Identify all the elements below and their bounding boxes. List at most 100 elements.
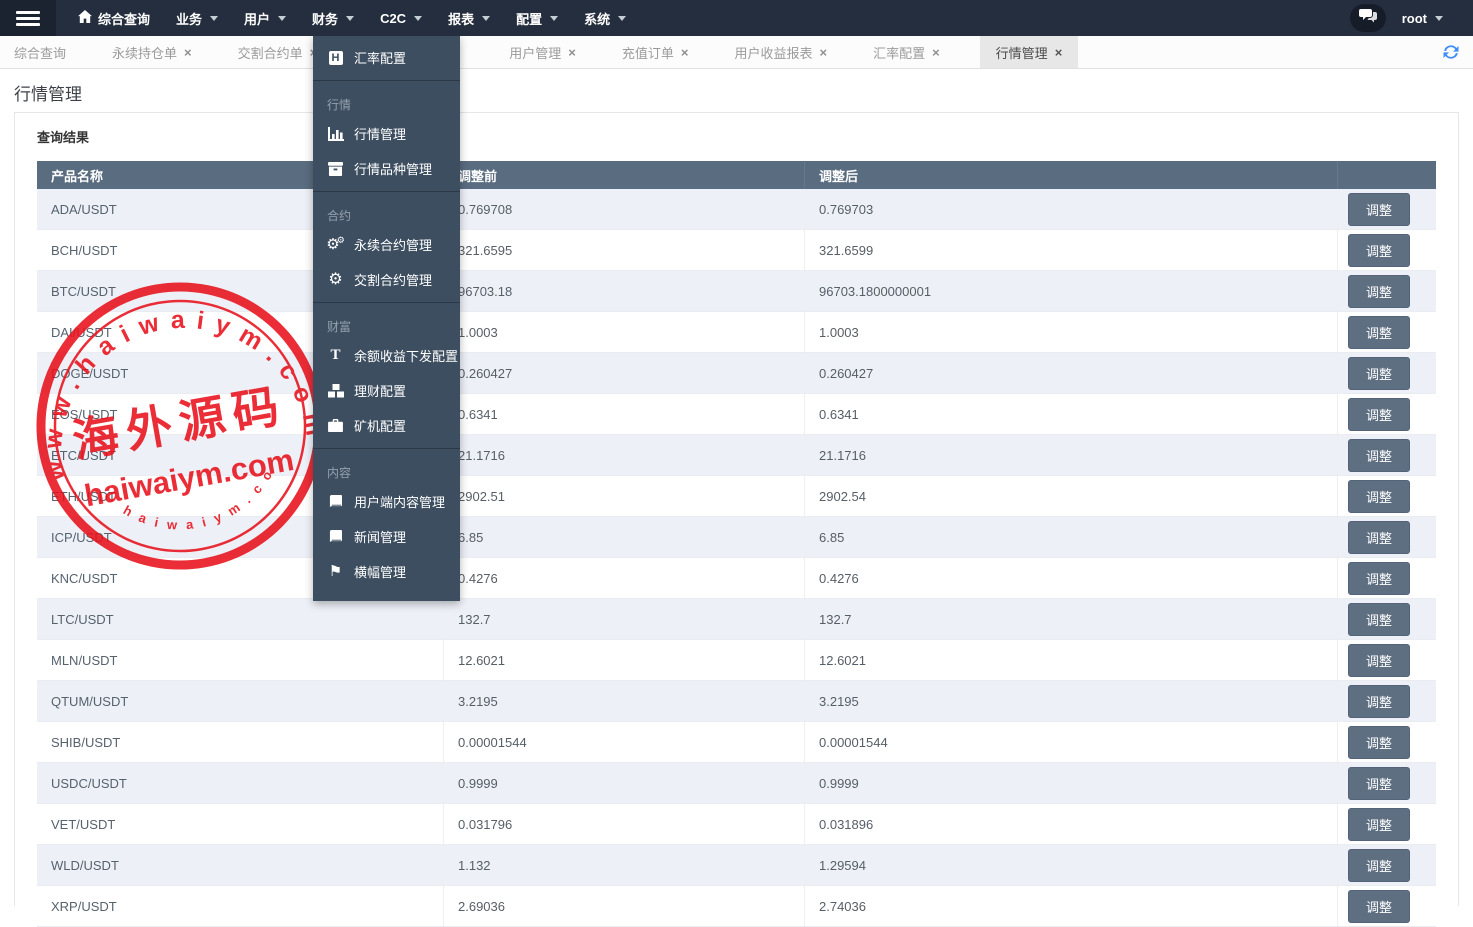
menu-item-矿机配置[interactable]: 矿机配置: [313, 408, 460, 443]
adjust-button[interactable]: 调整: [1348, 234, 1410, 267]
tab-汇率配置[interactable]: 汇率配置×: [867, 36, 946, 68]
before-value-cell: 321.6595: [444, 230, 805, 271]
menu-divider: [313, 191, 460, 192]
menu-item-用户端内容管理[interactable]: 用户端内容管理: [313, 484, 460, 519]
menu-item-汇率配置[interactable]: H汇率配置: [313, 40, 460, 75]
hamburger-icon: [16, 11, 40, 14]
adjust-button[interactable]: 调整: [1348, 890, 1410, 923]
table-row: ADA/USDT0.7697080.769703调整: [37, 189, 1436, 230]
adjust-button[interactable]: 调整: [1348, 316, 1410, 349]
tab-label: 交割合约单: [238, 43, 303, 62]
before-value-cell: 0.00001544: [444, 722, 805, 763]
adjust-button[interactable]: 调整: [1348, 480, 1410, 513]
table-row: EOS/USDT0.63410.6341调整: [37, 394, 1436, 435]
after-value-cell: 6.85: [805, 517, 1338, 558]
top-navbar: 综合查询 业务 用户 财务 C2C 报表 配置 系统 root: [0, 0, 1473, 36]
adjust-button[interactable]: 调整: [1348, 726, 1410, 759]
menu-item-行情品种管理[interactable]: 行情品种管理: [313, 151, 460, 186]
caret-down-icon: [278, 16, 286, 21]
close-icon[interactable]: ×: [932, 46, 940, 59]
after-value-cell: 0.031896: [805, 804, 1338, 845]
nav-item-5[interactable]: 报表: [448, 9, 490, 28]
tab-充值订单[interactable]: 充值订单×: [616, 36, 695, 68]
product-name-cell: WLD/USDT: [37, 845, 444, 886]
adjust-button[interactable]: 调整: [1348, 603, 1410, 636]
menu-item-label: 新闻管理: [354, 527, 406, 546]
messages-button[interactable]: [1350, 4, 1386, 32]
nav-item-7[interactable]: 系统: [584, 9, 626, 28]
menu-item-行情管理[interactable]: 行情管理: [313, 116, 460, 151]
after-value-cell: 21.1716: [805, 435, 1338, 476]
product-name-cell: MLN/USDT: [37, 640, 444, 681]
menu-item-理财配置[interactable]: 理财配置: [313, 373, 460, 408]
flag-icon: ⚑: [327, 564, 344, 579]
tab-label: 综合查询: [14, 43, 66, 62]
menu-item-label: 行情品种管理: [354, 159, 432, 178]
refresh-button[interactable]: [1441, 42, 1461, 62]
caret-down-icon: [482, 16, 490, 21]
tab-用户收益报表[interactable]: 用户收益报表 ×: [728, 36, 833, 68]
tab-综合查询[interactable]: 综合查询: [8, 36, 72, 68]
menu-item-余额收益下发配置[interactable]: T余额收益下发配置: [313, 338, 460, 373]
nav-item-2[interactable]: 用户: [244, 9, 286, 28]
sidebar-toggle-button[interactable]: [0, 0, 56, 36]
after-value-cell: 0.9999: [805, 763, 1338, 804]
chevron-down-icon: [1435, 16, 1443, 21]
menu-section-header: 内容: [313, 454, 460, 484]
bar-chart-icon: [327, 127, 344, 141]
panel-title: 查询结果: [37, 113, 1436, 161]
menu-section-header: 财富: [313, 308, 460, 338]
table-row: BTC/USDT96703.1896703.1800000001调整: [37, 271, 1436, 312]
close-icon[interactable]: ×: [184, 46, 192, 59]
adjust-button[interactable]: 调整: [1348, 357, 1410, 390]
adjust-button[interactable]: 调整: [1348, 685, 1410, 718]
after-value-cell: 0.260427: [805, 353, 1338, 394]
adjust-button[interactable]: 调整: [1348, 808, 1410, 841]
tab-label: 用户管理: [509, 43, 561, 62]
close-icon[interactable]: ×: [819, 46, 827, 59]
adjust-button[interactable]: 调整: [1348, 644, 1410, 677]
tab-用户管理[interactable]: 用户管理 ×: [503, 36, 582, 68]
menu-divider: [313, 80, 460, 81]
close-icon[interactable]: ×: [1055, 46, 1063, 59]
adjust-button[interactable]: 调整: [1348, 193, 1410, 226]
product-name-cell: QTUM/USDT: [37, 681, 444, 722]
adjust-button[interactable]: 调整: [1348, 767, 1410, 800]
nav-item-1[interactable]: 业务: [176, 9, 218, 28]
adjust-button[interactable]: 调整: [1348, 398, 1410, 431]
close-icon[interactable]: ×: [681, 46, 689, 59]
refresh-icon: [1441, 49, 1461, 66]
menu-item-交割合约管理[interactable]: ⚙交割合约管理: [313, 262, 460, 297]
adjust-button[interactable]: 调整: [1348, 521, 1410, 554]
close-icon[interactable]: ×: [568, 46, 576, 59]
menu-item-label: 理财配置: [354, 381, 406, 400]
nav-item-c2c[interactable]: C2C: [380, 11, 422, 26]
briefcase-icon: [327, 419, 344, 432]
column-header-调整后: 调整后: [805, 161, 1338, 189]
tab-永续持仓单[interactable]: 永续持仓单×: [106, 36, 198, 68]
nav-item-0[interactable]: 综合查询: [78, 9, 150, 28]
after-value-cell: 0.4276: [805, 558, 1338, 599]
menu-item-永续合约管理[interactable]: ⚙⚙永续合约管理: [313, 227, 460, 262]
adjust-button[interactable]: 调整: [1348, 849, 1410, 882]
after-value-cell: 96703.1800000001: [805, 271, 1338, 312]
cogs-icon: ⚙⚙: [327, 237, 344, 252]
user-menu[interactable]: root: [1402, 11, 1443, 26]
table-row: ICP/USDT6.856.85调整: [37, 517, 1436, 558]
tab-label: 用户收益报表: [734, 43, 812, 62]
cubes-icon: [327, 384, 344, 398]
table-row: LTC/USDT132.7132.7调整: [37, 599, 1436, 640]
menu-item-label: 余额收益下发配置: [354, 346, 458, 365]
menu-item-label: 交割合约管理: [354, 270, 432, 289]
nav-item-3[interactable]: 财务: [312, 9, 354, 28]
menu-item-新闻管理[interactable]: 新闻管理: [313, 519, 460, 554]
adjust-button[interactable]: 调整: [1348, 562, 1410, 595]
menu-item-label: 横幅管理: [354, 562, 406, 581]
tab-行情管理[interactable]: 行情管理×: [980, 36, 1079, 68]
before-value-cell: 21.1716: [444, 435, 805, 476]
adjust-button[interactable]: 调整: [1348, 439, 1410, 472]
adjust-button[interactable]: 调整: [1348, 275, 1410, 308]
tab-交割合约单[interactable]: 交割合约单×: [232, 36, 324, 68]
nav-item-6[interactable]: 配置: [516, 9, 558, 28]
menu-item-横幅管理[interactable]: ⚑ 横幅管理: [313, 554, 460, 589]
